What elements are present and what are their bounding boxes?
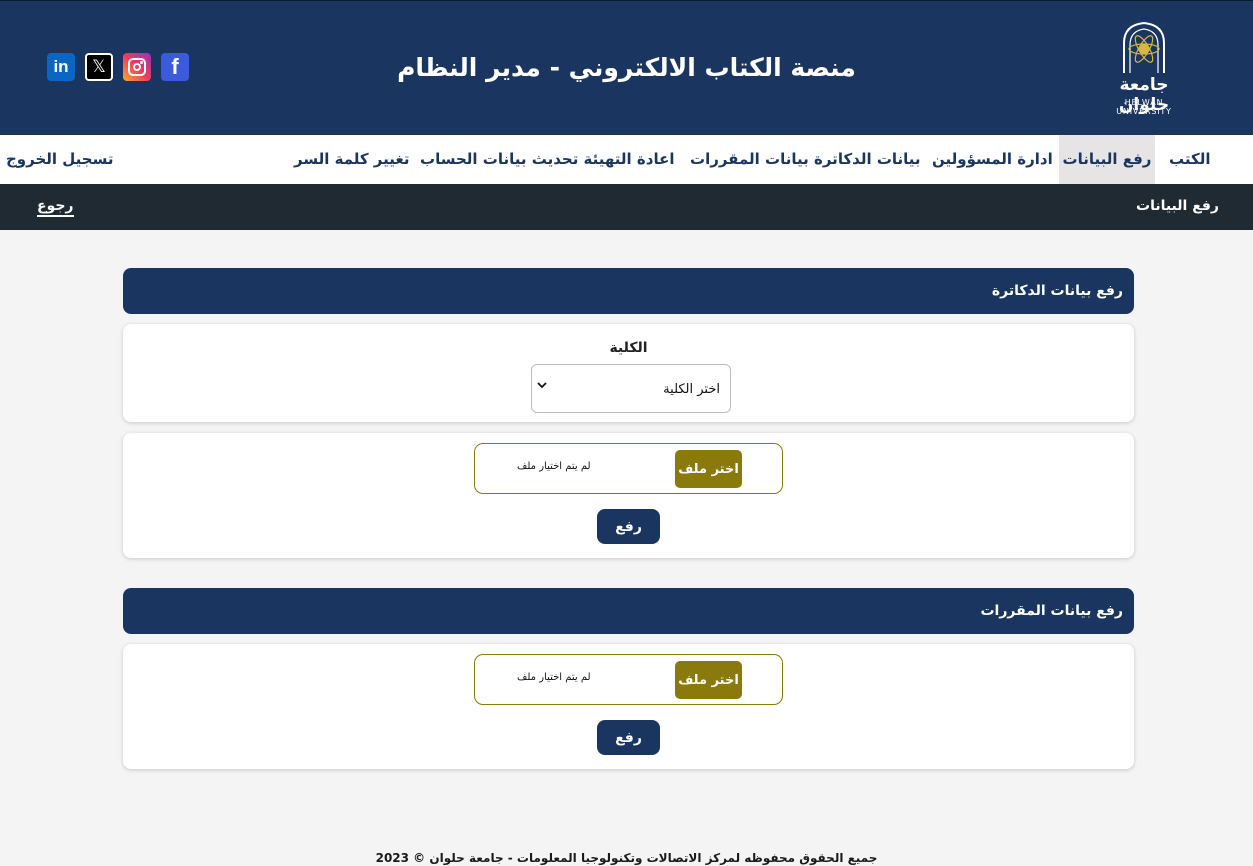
faculty-select[interactable]: اختر الكلية — [531, 364, 731, 413]
file-input[interactable]: اختر ملف لم يتم اختيار ملف — [474, 443, 783, 494]
upload-button[interactable]: رفع — [597, 720, 660, 755]
main-nav: الكتب رفع البيانات ادارة المسؤولين بيانا… — [0, 135, 1253, 184]
file-status-text: لم يتم اختيار ملف — [517, 461, 591, 472]
nav-item-courses-data[interactable]: بيانات المقررات — [690, 135, 809, 184]
upload-button[interactable]: رفع — [597, 509, 660, 544]
logo-english-text: HELWAN UNIVERSITY — [1116, 98, 1172, 116]
file-status-text: لم يتم اختيار ملف — [517, 672, 591, 683]
nav-item-reset[interactable]: اعادة التهيئة — [580, 135, 678, 184]
page-title: رفع البيانات — [1136, 198, 1219, 214]
choose-file-button[interactable]: اختر ملف — [675, 450, 742, 488]
nav-item-books[interactable]: الكتب — [1159, 135, 1253, 184]
section-title: رفع بيانات الدكاترة — [991, 283, 1123, 299]
nav-item-upload-data[interactable]: رفع البيانات — [1059, 135, 1155, 184]
section-header-courses: رفع بيانات المقررات — [123, 588, 1134, 634]
faculty-label: الكلية — [609, 340, 648, 356]
nav-item-doctors-data[interactable]: بيانات الدكاترة — [814, 135, 921, 184]
faculty-select-value: اختر الكلية — [663, 382, 720, 397]
section-title: رفع بيانات المقررات — [980, 603, 1123, 619]
university-logo[interactable]: جامعة حلوان HELWAN UNIVERSITY — [1102, 21, 1186, 116]
site-header: in 𝕏 f منصة الكتاب الالكتروني - مدير الن… — [0, 0, 1253, 135]
choose-file-button[interactable]: اختر ملف — [675, 661, 742, 699]
back-link[interactable]: رجوع — [37, 198, 74, 217]
faculty-select-card: الكلية اختر الكلية — [123, 324, 1134, 422]
site-title: منصة الكتاب الالكتروني - مدير النظام — [397, 53, 856, 82]
nav-item-change-password[interactable]: تغيير كلمة السر — [294, 135, 410, 184]
page-subheader: رفع البيانات رجوع — [0, 184, 1253, 230]
courses-upload-card: اختر ملف لم يتم اختيار ملف رفع — [123, 644, 1134, 769]
nav-item-manage-admins[interactable]: ادارة المسؤولين — [932, 135, 1053, 184]
doctors-upload-card: اختر ملف لم يتم اختيار ملف رفع — [123, 433, 1134, 558]
chevron-down-icon — [537, 382, 547, 389]
file-input[interactable]: اختر ملف لم يتم اختيار ملف — [474, 654, 783, 705]
footer-copyright: جميع الحقوق محفوظه لمركز الاتصالات وتكنو… — [375, 851, 878, 865]
atom-emblem-icon — [1123, 21, 1165, 73]
section-header-doctors: رفع بيانات الدكاترة — [123, 268, 1134, 314]
logout-link[interactable]: تسجيل الخروج — [6, 135, 114, 184]
nav-item-update-account[interactable]: تحديث بيانات الحساب — [420, 135, 578, 184]
